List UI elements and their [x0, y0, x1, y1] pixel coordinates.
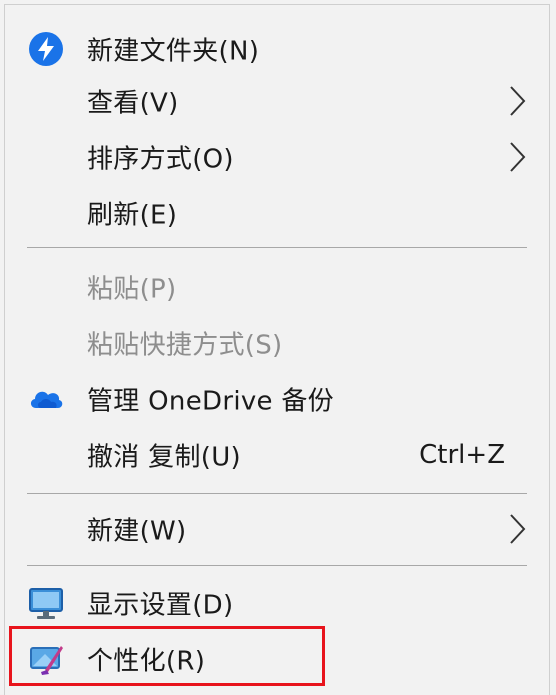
menu-item-new-folder[interactable]: 新建文件夹(N): [5, 21, 549, 77]
menu-separator: [27, 247, 527, 248]
display-settings-icon: [27, 584, 65, 622]
highlight-box: [9, 626, 325, 686]
menu-item-undo-copy[interactable]: 撤消 复制(U) Ctrl+Z: [5, 427, 549, 483]
screenshot-frame: 新建文件夹(N) 查看(V) 排序方式(O) 刷新(E) 粘贴(P) 粘贴快捷方…: [0, 0, 556, 695]
desktop-context-menu: 新建文件夹(N) 查看(V) 排序方式(O) 刷新(E) 粘贴(P) 粘贴快捷方…: [4, 4, 550, 695]
menu-item-label: 新建文件夹(N): [87, 36, 260, 67]
menu-item-label: 排序方式(O): [87, 144, 234, 175]
menu-item-view[interactable]: 查看(V): [5, 73, 549, 129]
menu-item-label: 粘贴(P): [87, 274, 177, 305]
menu-item-refresh[interactable]: 刷新(E): [5, 185, 549, 241]
menu-item-sort-by[interactable]: 排序方式(O): [5, 129, 549, 185]
chevron-right-icon: [507, 85, 527, 117]
menu-item-paste: 粘贴(P): [5, 259, 549, 315]
menu-item-label: 显示设置(D): [87, 590, 234, 621]
chevron-right-icon: [507, 513, 527, 545]
menu-separator: [27, 493, 527, 494]
menu-item-label: 刷新(E): [87, 200, 178, 231]
shortcut-text: Ctrl+Z: [419, 440, 505, 470]
lightning-circle-icon: [27, 30, 65, 68]
menu-item-paste-shortcut: 粘贴快捷方式(S): [5, 315, 549, 371]
menu-item-label: 查看(V): [87, 88, 179, 119]
menu-separator: [27, 565, 527, 566]
onedrive-cloud-icon: [27, 380, 65, 418]
menu-item-label: 粘贴快捷方式(S): [87, 330, 283, 361]
menu-item-label: 管理 OneDrive 备份: [87, 386, 334, 417]
menu-item-label: 新建(W): [87, 516, 187, 547]
chevron-right-icon: [507, 141, 527, 173]
menu-item-label: 撤消 复制(U): [87, 442, 241, 473]
menu-item-new[interactable]: 新建(W): [5, 501, 549, 557]
menu-item-display-settings[interactable]: 显示设置(D): [5, 575, 549, 631]
menu-item-onedrive-backup[interactable]: 管理 OneDrive 备份: [5, 371, 549, 427]
